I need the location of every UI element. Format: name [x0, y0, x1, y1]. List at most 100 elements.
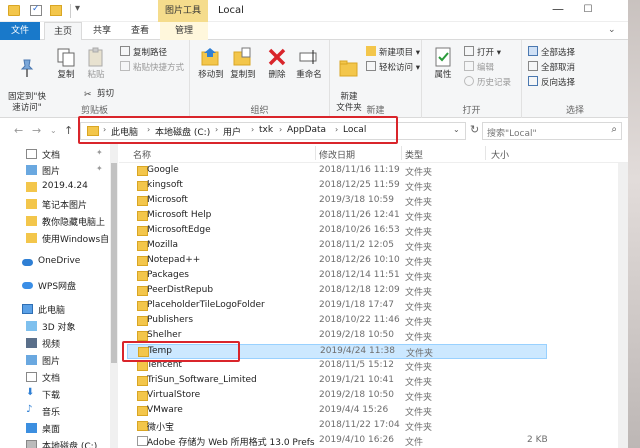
table-row[interactable]: Notepad++ 2018/12/26 10:10 文件夹	[127, 254, 547, 269]
table-row[interactable]: Shelher 2019/2/18 10:50 文件夹	[127, 329, 547, 344]
sidebar-item-folder[interactable]: 教你隐藏电脑上	[0, 213, 118, 229]
forward-arrow-icon[interactable]: →	[32, 124, 41, 137]
chevron-right-icon: ›	[103, 125, 107, 134]
breadcrumb-local[interactable]: Local	[343, 125, 366, 135]
table-row[interactable]: VirtualStore 2019/2/18 10:50 文件夹	[127, 389, 547, 404]
breadcrumb-users[interactable]: 用户	[223, 125, 241, 138]
up-arrow-icon[interactable]: ↑	[64, 124, 73, 137]
scrollbar-thumb[interactable]	[111, 163, 117, 363]
back-arrow-icon[interactable]: ←	[14, 124, 23, 137]
sidebar-item-pictures[interactable]: 图片 ✦	[0, 162, 118, 178]
sidebar-item-music[interactable]: ♪ 音乐	[0, 403, 118, 419]
table-row[interactable]: MicrosoftEdge 2018/10/26 16:53 文件夹	[127, 224, 547, 239]
sidebar-item-documents[interactable]: 文档 ✦	[0, 146, 118, 162]
cut-button[interactable]: ✂ 剪切	[84, 88, 114, 101]
table-row[interactable]: PlaceholderTileLogoFolder 2019/1/18 17:47…	[127, 299, 547, 314]
table-row[interactable]: Mozilla 2018/11/2 12:05 文件夹	[127, 239, 547, 254]
file-date: 2018/11/22 17:04	[319, 420, 400, 430]
select-none-button[interactable]: 全部取消	[528, 61, 575, 74]
table-row[interactable]: kingsoft 2018/12/25 11:59 文件夹	[127, 179, 547, 194]
table-row[interactable]: PeerDistRepub 2018/12/18 12:09 文件夹	[127, 284, 547, 299]
chevron-down-icon[interactable]: ⌄	[50, 126, 57, 135]
tab-file[interactable]: 文件	[0, 22, 40, 40]
open-button[interactable]: 打开 ▾	[464, 46, 501, 59]
tab-manage[interactable]: 管理	[160, 22, 208, 40]
sidebar-item-downloads[interactable]: ⬇ 下载	[0, 386, 118, 402]
column-name[interactable]: 名称	[133, 148, 151, 161]
table-row[interactable]: Tencent 2018/11/5 15:12 文件夹	[127, 359, 547, 374]
clipboard-group: 固定到"快 速访问" 复制 粘贴 复制路径 粘贴快捷方式 ✂ 剪切 剪贴板	[0, 40, 190, 118]
sidebar-item-local-disk[interactable]: 本地磁盘 (C:)	[0, 437, 118, 448]
folder-icon	[87, 126, 99, 136]
address-bar[interactable]: › 此电脑 › 本地磁盘 (C:) › 用户 › txk › AppData ›…	[80, 122, 466, 140]
ribbon: 固定到"快 速访问" 复制 粘贴 复制路径 粘贴快捷方式 ✂ 剪切 剪贴板 移动到	[0, 40, 628, 118]
sidebar-item-folder[interactable]: 使用Windows自	[0, 230, 118, 246]
rename-button[interactable]: 重命名	[292, 46, 326, 81]
easy-access-button[interactable]: 轻松访问 ▾	[366, 61, 420, 74]
invert-selection-button[interactable]: 反向选择	[528, 76, 575, 89]
new-item-button[interactable]: 新建项目 ▾	[366, 46, 420, 59]
move-folder-icon	[201, 48, 219, 66]
table-row[interactable]: Adobe 存储为 Web 所用格式 13.0 Prefs 2019/4/10 1…	[127, 434, 548, 448]
copy-button[interactable]: 复制	[52, 46, 80, 81]
file-name: Publishers	[147, 315, 194, 325]
column-type[interactable]: 类型	[405, 148, 423, 161]
paste-button[interactable]: 粘贴	[82, 46, 110, 81]
new-folder-quick-icon[interactable]	[50, 5, 62, 16]
table-row[interactable]: TriSun_Software_Limited 2019/1/21 10:41 文件…	[127, 374, 547, 389]
search-input[interactable]: 搜索"Local" ⌕	[482, 122, 622, 140]
breadcrumb-local-disk[interactable]: 本地磁盘 (C:)	[155, 125, 210, 138]
paste-shortcut-button[interactable]: 粘贴快捷方式	[120, 61, 184, 74]
table-row[interactable]: 微小宝 2018/11/22 17:04 文件夹	[127, 419, 547, 434]
chevron-down-icon[interactable]: ⌄	[453, 125, 460, 134]
table-row[interactable]: Microsoft 2019/3/18 10:59 文件夹	[127, 194, 547, 209]
properties-quick-icon[interactable]	[30, 4, 42, 16]
copy-to-button[interactable]: 复制到	[228, 46, 258, 81]
select-all-button[interactable]: 全部选择	[528, 46, 575, 59]
breadcrumb-txk[interactable]: txk	[259, 125, 273, 135]
sidebar-item-3d-objects[interactable]: 3D 对象	[0, 318, 118, 334]
sidebar-item-videos[interactable]: 视频	[0, 335, 118, 351]
table-row-selected[interactable]: Temp 2019/4/24 11:38 文件夹	[127, 344, 547, 359]
properties-button[interactable]: 属性	[428, 46, 458, 81]
table-row[interactable]: Publishers 2018/10/22 11:46 文件夹	[127, 314, 547, 329]
sidebar-item-documents[interactable]: 文档	[0, 369, 118, 385]
sidebar-item-folder[interactable]: 笔记本图片	[0, 196, 118, 212]
chevron-down-icon[interactable]: ⌄	[608, 25, 616, 35]
maximize-button[interactable]: ☐	[578, 4, 598, 18]
chevron-down-icon[interactable]: ▾	[75, 3, 80, 14]
organize-group: 移动到 复制到 删除 重命名 组织	[190, 40, 330, 118]
sidebar-item-desktop[interactable]: 桌面	[0, 420, 118, 436]
desktop-background	[628, 0, 640, 448]
table-row[interactable]: VMware 2019/4/4 15:26 文件夹	[127, 404, 547, 419]
tab-view[interactable]: 查看	[122, 22, 158, 40]
select-none-label: 全部取消	[541, 63, 576, 73]
breadcrumb-appdata[interactable]: AppData	[287, 125, 326, 135]
sidebar-scrollbar[interactable]	[110, 143, 118, 448]
file-type: 文件夹	[405, 228, 433, 238]
sidebar-item-folder[interactable]: 2019.4.24	[0, 179, 118, 195]
column-date[interactable]: 修改日期	[319, 148, 355, 161]
rename-icon	[299, 50, 317, 64]
table-row[interactable]: Google 2018/11/16 11:19 文件夹	[127, 164, 547, 179]
minimize-button[interactable]: —	[548, 3, 568, 18]
file-list-scrollbar[interactable]	[618, 163, 628, 448]
sidebar-item-this-pc[interactable]: 此电脑	[0, 301, 118, 317]
copy-path-button[interactable]: 复制路径	[120, 46, 167, 59]
table-row[interactable]: Microsoft Help 2018/11/26 12:41 文件夹	[127, 209, 547, 224]
edit-button[interactable]: 编辑	[464, 61, 494, 74]
sidebar-item-onedrive[interactable]: OneDrive	[0, 254, 118, 270]
move-to-button[interactable]: 移动到	[196, 46, 226, 81]
refresh-icon[interactable]: ↻	[470, 123, 479, 136]
tab-share[interactable]: 共享	[84, 22, 120, 40]
sidebar-item-pictures[interactable]: 图片	[0, 352, 118, 368]
sidebar-item-wps[interactable]: WPS网盘	[0, 277, 118, 293]
delete-button[interactable]: 删除	[264, 46, 290, 81]
invert-selection-icon	[528, 76, 538, 86]
column-size[interactable]: 大小	[491, 148, 509, 161]
tab-home[interactable]: 主页	[44, 22, 82, 41]
breadcrumb-this-pc[interactable]: 此电脑	[111, 125, 138, 138]
computer-icon	[22, 304, 33, 314]
table-row[interactable]: Packages 2018/12/14 11:51 文件夹	[127, 269, 547, 284]
history-button[interactable]: 历史记录	[464, 76, 511, 89]
